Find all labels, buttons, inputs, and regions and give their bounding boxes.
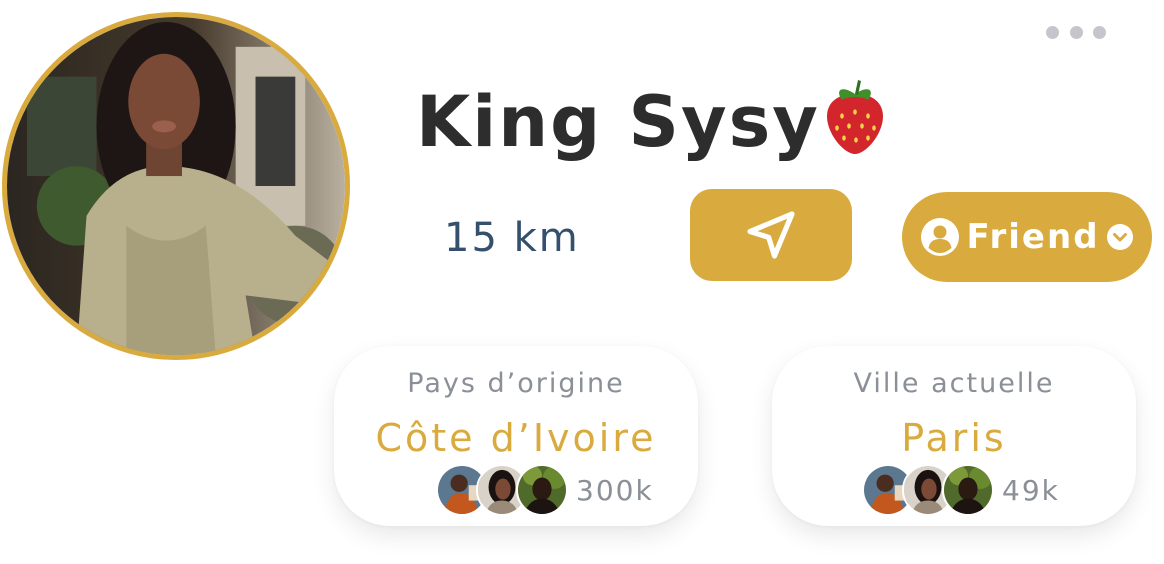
member-avatar: [942, 464, 994, 516]
origin-count: 300k: [576, 473, 654, 507]
city-title: Ville actuelle: [853, 368, 1055, 399]
user-circle-icon: [921, 218, 960, 256]
more-dot: [1069, 25, 1083, 39]
origin-title: Pays d’origine: [407, 368, 625, 399]
city-value: Paris: [901, 416, 1007, 460]
city-members[interactable]: 49k: [862, 464, 1060, 516]
avatar[interactable]: [2, 12, 350, 360]
distance-label: 15 km: [444, 215, 580, 261]
more-dot: [1046, 25, 1059, 39]
origin-card[interactable]: Pays d’origine Côte d’Ivoire 300k: [334, 346, 698, 526]
friend-button[interactable]: Friend: [902, 192, 1152, 282]
more-dots-icon[interactable]: [1046, 24, 1106, 40]
navigate-button[interactable]: [690, 189, 852, 281]
profile-name-text: King Sysy: [416, 81, 820, 163]
avatar-photo: [7, 17, 345, 355]
friend-label: Friend: [966, 217, 1100, 257]
city-card[interactable]: Ville actuelle Paris 49k: [772, 346, 1136, 526]
strawberry-icon: [822, 78, 888, 174]
origin-value: Côte d’Ivoire: [375, 416, 657, 460]
member-avatar: [516, 464, 568, 516]
navigation-arrow-icon: [747, 211, 795, 259]
city-count: 49k: [1002, 473, 1060, 507]
origin-members[interactable]: 300k: [436, 464, 654, 516]
profile-name: King Sysy: [416, 78, 888, 174]
profile-card: King Sysy 15 km Friend Pays d’origine Cô…: [0, 0, 1164, 564]
chevron-down-icon: [1106, 224, 1133, 250]
more-dot: [1093, 25, 1106, 39]
